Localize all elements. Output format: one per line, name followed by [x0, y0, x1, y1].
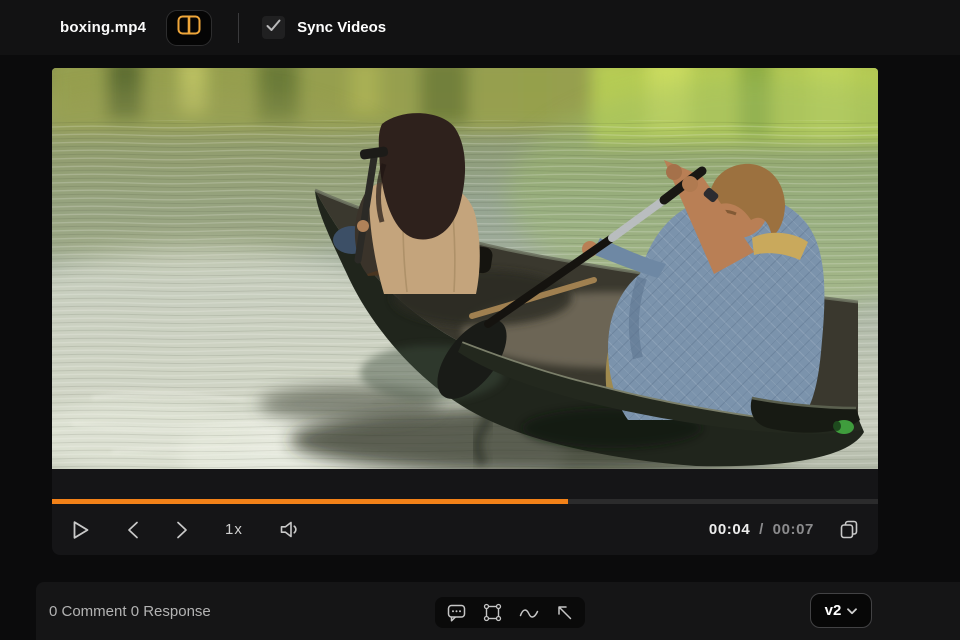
current-time: 00:04	[708, 521, 751, 538]
video-player-panel: 1x 00:04 / 00:07	[52, 68, 878, 555]
comment-summary: 0 Comment 0 Response	[49, 602, 211, 620]
video-filename: boxing.mp4	[60, 19, 147, 36]
topbar-divider	[238, 12, 240, 43]
player-controls: 1x 00:04 / 00:07	[52, 504, 878, 555]
split-view-button[interactable]	[166, 9, 213, 46]
volume-button[interactable]	[280, 521, 299, 538]
curve-tool-icon[interactable]	[519, 606, 539, 620]
sync-videos-checkbox[interactable]	[262, 16, 286, 39]
copy-frame-button[interactable]	[840, 520, 858, 539]
time-group: 00:04 / 00:07	[709, 520, 858, 539]
arrow-tool-icon[interactable]	[556, 604, 573, 621]
video-frame[interactable]	[52, 68, 878, 469]
split-view-icon	[177, 15, 201, 40]
next-frame-button[interactable]	[176, 521, 188, 539]
prev-frame-button[interactable]	[127, 521, 139, 539]
version-dropdown[interactable]: v2	[810, 593, 872, 628]
video-content	[52, 68, 878, 469]
total-duration: 00:07	[772, 521, 814, 538]
sync-videos-label: Sync Videos	[297, 19, 387, 36]
annotation-toolbar	[435, 597, 585, 628]
play-button[interactable]	[72, 520, 90, 540]
rect-tool-icon[interactable]	[483, 603, 502, 622]
time-separator: /	[759, 521, 764, 538]
chevron-down-icon	[847, 602, 858, 620]
version-label: v2	[824, 602, 842, 619]
timecode: 00:04 / 00:07	[709, 521, 814, 538]
comment-bar: 0 Comment 0 Response v2	[36, 582, 960, 640]
top-bar: boxing.mp4 Sync Videos	[0, 0, 960, 55]
playback-speed-button[interactable]: 1x	[225, 521, 243, 538]
comment-tool-icon[interactable]	[447, 604, 466, 622]
check-icon	[266, 19, 281, 37]
app-window: { "top_bar": { "filename": "boxing.mp4",…	[0, 0, 960, 640]
